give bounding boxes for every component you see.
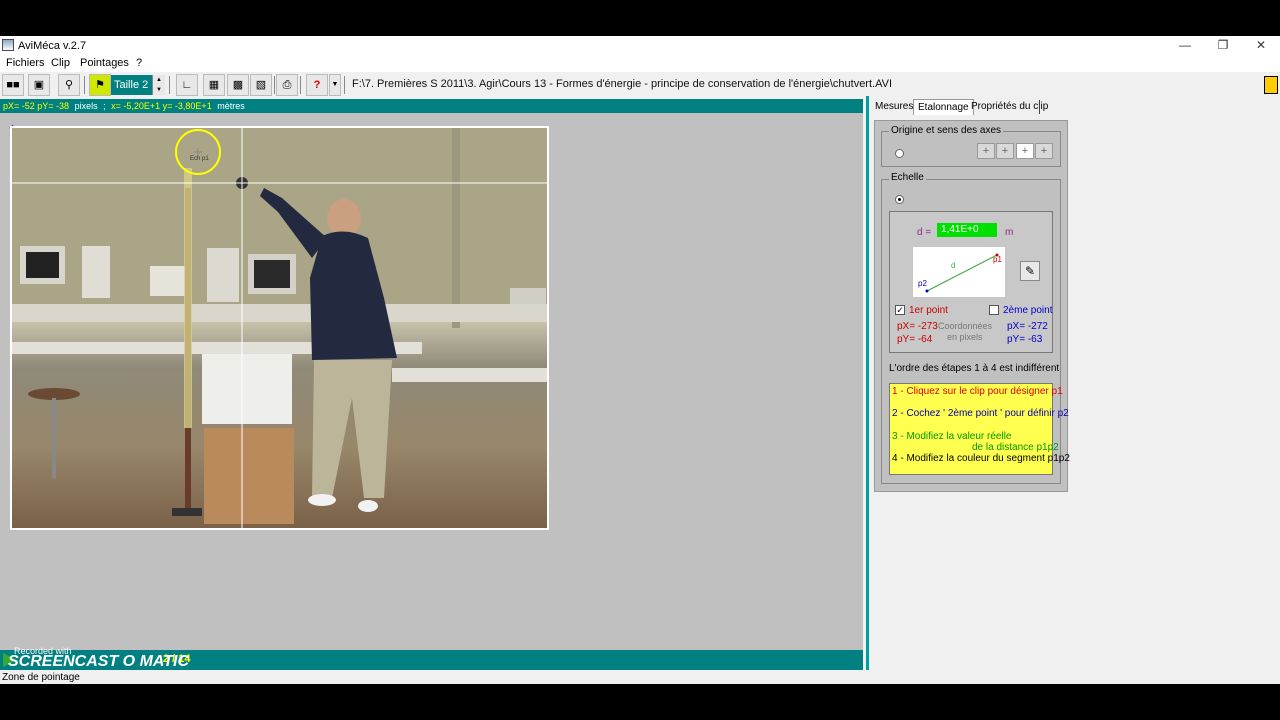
minimize-icon[interactable]: — [1170, 38, 1200, 54]
axis-option-1-icon[interactable]: + [977, 143, 995, 159]
step-3: 3 - Modifiez la valeur réelle [892, 431, 1012, 442]
axis-option-2-icon[interactable]: + [996, 143, 1014, 159]
color-brush-icon[interactable]: ✎ [1020, 261, 1040, 281]
marker-label: Ech p1 [190, 156, 209, 162]
coord-separator: ; [103, 101, 106, 111]
meter-coords: x= -5,20E+1 y= -3,80E+1 [111, 101, 212, 111]
toolbar-separator [84, 76, 85, 94]
step-2: 2 - Cochez ' 2ème point ' pour définir p… [892, 408, 1069, 419]
tab-mesures[interactable]: Mesures [871, 99, 917, 115]
scale-group-label: Echelle [889, 172, 926, 183]
close-icon[interactable]: ✕ [1246, 38, 1276, 54]
menu-fichiers[interactable]: Fichiers [3, 57, 48, 69]
p2-label: p2 [918, 279, 927, 288]
meter-unit: mètres [217, 101, 245, 111]
file-path: F:\7. Premières S 2011\3. Agir\Cours 13 … [352, 78, 892, 90]
d-label: d = [917, 227, 932, 238]
segment-diagram: p1 p2 d [913, 247, 1005, 297]
tab-etalonnage[interactable]: Etalonnage [913, 99, 974, 115]
d-diagram-label: d [951, 261, 956, 270]
taille-label: Taille 2 [114, 79, 149, 91]
print-icon[interactable]: ⎙ [276, 74, 298, 96]
p1-label: p1 [993, 255, 1002, 264]
dropdown-arrow-icon[interactable]: ▼ [329, 74, 341, 96]
pointer-tool-icon[interactable]: ⚑ [89, 74, 111, 96]
step-1: 1 - Cliquez sur le clip pour désigner p1 [892, 386, 1063, 397]
menu-help[interactable]: ? [133, 57, 145, 69]
title-bar: AviMéca v.2.7 — ❐ ✕ [0, 36, 1280, 56]
calculator-icon[interactable]: ▧ [250, 74, 272, 96]
film-strip-icon[interactable]: ■■ [2, 74, 24, 96]
app-window: AviMéca v.2.7 — ❐ ✕ Fichiers Clip Pointa… [0, 36, 1280, 684]
menu-bar: Fichiers Clip Pointages ? [0, 56, 1280, 72]
segment-diagram-drawing [925, 253, 999, 293]
table-icon[interactable]: ▦ [203, 74, 225, 96]
distance-input[interactable]: 1,41E+0 [937, 223, 997, 237]
video-area: + [0, 113, 863, 650]
coordinates-bar: pX= -52 pY= -38 pixels ; x= -5,20E+1 y= … [0, 99, 863, 113]
magnifier-icon[interactable]: ⚲ [58, 74, 80, 96]
restore-icon[interactable]: ❐ [1208, 38, 1238, 54]
steps-box: 1 - Cliquez sur le clip pour désigner p1… [889, 383, 1070, 475]
menu-clip[interactable]: Clip [48, 57, 73, 69]
graph-icon[interactable]: ∟ [176, 74, 198, 96]
origin-group [881, 131, 1061, 167]
open-clip-icon[interactable]: ▣ [28, 74, 50, 96]
step-3-continued: de la distance p1p2 [972, 442, 1059, 453]
help-icon[interactable]: ? [306, 74, 328, 96]
calibration-panel: Origine et sens des axes + + + + Echelle… [874, 120, 1070, 492]
p1-px: pX= -273 [897, 321, 938, 332]
second-point-label: 2ème point [1003, 305, 1053, 316]
video-scene [12, 128, 547, 528]
taille-selector[interactable]: Taille 2 ▲ ▼ [111, 75, 165, 95]
first-point-label: 1er point [909, 305, 948, 316]
p2-py: pY= -63 [1007, 334, 1043, 345]
origin-radio[interactable] [895, 149, 904, 158]
axis-option-4-icon[interactable]: + [1035, 143, 1053, 159]
tab-divider [1039, 100, 1040, 114]
origin-group-label: Origine et sens des axes [889, 125, 1004, 136]
scale-radio[interactable] [895, 195, 904, 204]
toolbar-separator [300, 76, 301, 94]
taille-spinner-icon[interactable]: ▲ ▼ [152, 75, 165, 95]
status-bar: Zone de pointage [0, 672, 1280, 684]
toolbar-separator [274, 76, 275, 94]
watermark-logo: SCREENCAST O MATIC [8, 653, 190, 670]
menu-pointages[interactable]: Pointages [77, 57, 132, 69]
p1-py: pY= -64 [897, 334, 933, 345]
toolbar-separator [169, 76, 170, 94]
toolbar-separator [344, 76, 345, 94]
panel-toggle-icon[interactable] [1264, 76, 1278, 94]
d-unit: m [1005, 227, 1014, 238]
order-note: L'ordre des étapes 1 à 4 est indifférent [889, 363, 1060, 374]
pixel-unit: pixels [74, 101, 98, 111]
pixel-coords: pX= -52 pY= -38 [3, 101, 70, 111]
axis-option-3-icon[interactable]: + [1016, 143, 1034, 159]
step-4: 4 - Modifiez la couleur du segment p1p2 [892, 453, 1070, 464]
app-icon [2, 39, 14, 51]
coords-caption-2: en pixels [947, 332, 983, 342]
video-frame[interactable]: Ech p1 [10, 126, 549, 530]
p2-px: pX= -272 [1007, 321, 1048, 332]
first-point-checkbox[interactable]: ✓ [895, 305, 905, 315]
coords-caption-1: Coordonnées [938, 321, 993, 331]
export-icon[interactable]: ▩ [227, 74, 249, 96]
window-title: AviMéca v.2.7 [18, 40, 87, 52]
second-point-checkbox[interactable] [989, 305, 999, 315]
